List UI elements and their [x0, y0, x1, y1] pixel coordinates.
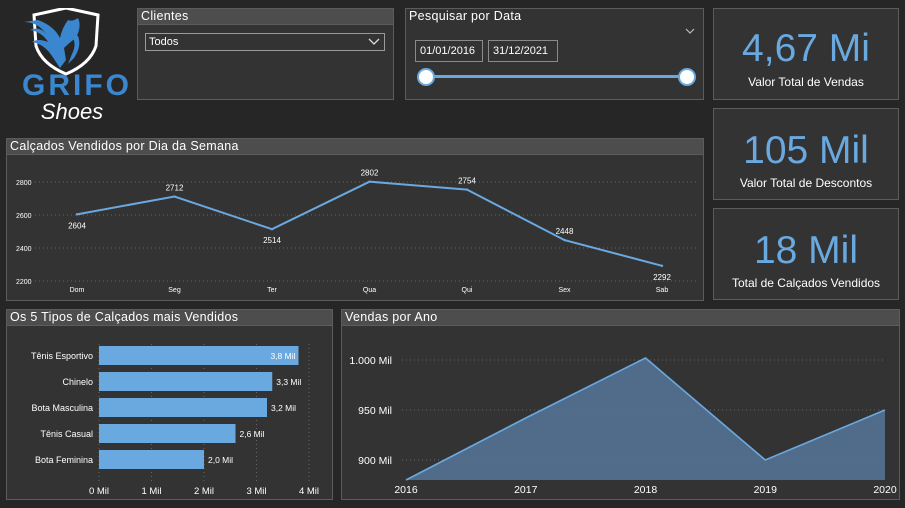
clientes-dropdown[interactable]: Todos: [145, 33, 385, 51]
category-label: Tênis Casual: [40, 429, 93, 439]
date-slicer: Pesquisar por Data 01/01/2016 31/12/2021: [405, 8, 704, 100]
bar: [99, 450, 204, 469]
x-tick-label: Qua: [363, 287, 376, 294]
y-tick-label: 900 Mil: [358, 455, 392, 467]
kpi-card-total-vendas: 4,67 Mi Valor Total de Vendas: [713, 8, 899, 100]
category-label: Bota Feminina: [35, 455, 93, 465]
chevron-down-icon[interactable]: [685, 28, 695, 35]
data-label: 2,0 Mil: [208, 455, 233, 465]
kpi-card-total-descontos: 105 Mil Valor Total de Descontos: [713, 108, 899, 200]
clientes-slicer: Clientes Todos: [137, 8, 394, 100]
kpi-value: 4,67 Mi: [742, 27, 870, 70]
data-label: 2448: [556, 227, 574, 236]
kpi-value: 18 Mil: [753, 229, 859, 272]
date-range-track: [426, 75, 688, 78]
y-tick-label: 2400: [16, 246, 32, 253]
chart-title: Vendas por Ano: [342, 310, 899, 326]
x-tick-label: Dom: [70, 287, 85, 294]
data-label: 2712: [166, 184, 184, 193]
brand-sub: Shoes: [40, 99, 104, 124]
x-tick-label: Qui: [462, 287, 473, 294]
data-point: [368, 180, 371, 183]
x-tick-label: 2020: [873, 484, 897, 496]
x-tick-label: 2019: [754, 484, 778, 496]
end-date-input[interactable]: 31/12/2021: [488, 40, 558, 62]
chart-title: Calçados Vendidos por Dia da Semana: [7, 139, 703, 155]
top5-bar-chart: 0 Mil 1 Mil 2 Mil 3 Mil 4 Mil Tênis Esportivo…: [31, 344, 319, 497]
yearly-area-chart: 1.000 Mil 950 Mil 900 Mil 2016 2017 2018 2019 2…: [349, 355, 897, 496]
data-label: 2292: [653, 273, 671, 282]
data-label: 2802: [361, 169, 379, 178]
data-point: [563, 238, 566, 242]
series-line: [76, 180, 663, 267]
bar: [99, 424, 236, 443]
data-label: 2754: [458, 177, 476, 186]
start-date-handle[interactable]: [417, 68, 435, 86]
weekday-line-chart: 2800 2600 2400 2200 2604 2712 2514 2802 2754 2448…: [16, 169, 697, 294]
kpi-label: Valor Total de Descontos: [739, 176, 873, 190]
y-tick-label: 2600: [16, 213, 32, 220]
data-point: [75, 213, 79, 216]
x-tick-label: 2016: [394, 484, 418, 496]
x-tick-label: 3 Mil: [246, 486, 266, 497]
date-title: Pesquisar por Data: [406, 9, 703, 24]
data-point: [465, 188, 469, 191]
x-tick-label: Sex: [558, 287, 571, 294]
data-label: 2,6 Mil: [240, 429, 265, 439]
kpi-label: Valor Total de Vendas: [748, 75, 864, 89]
data-point: [270, 227, 274, 231]
clientes-title: Clientes: [138, 9, 393, 25]
category-label: Chinelo: [62, 377, 93, 387]
bar: [99, 398, 267, 417]
data-label: 2514: [263, 236, 281, 245]
chevron-down-icon: [368, 38, 380, 45]
weekday-chart-panel: Calçados Vendidos por Dia da Semana 2800…: [6, 138, 704, 301]
x-tick-label: 4 Mil: [299, 486, 319, 497]
x-tick-label: Sab: [656, 287, 669, 294]
griffin-shield-icon: [24, 8, 100, 76]
x-tick-label: 2018: [634, 484, 658, 496]
category-label: Bota Masculina: [31, 403, 93, 413]
top5-chart-panel: Os 5 Tipos de Calçados mais Vendidos 0 M…: [6, 309, 333, 500]
clientes-selected-value: Todos: [149, 36, 179, 48]
kpi-value: 105 Mil: [743, 129, 869, 172]
x-tick-label: 1 Mil: [141, 486, 161, 497]
x-tick-label: Ter: [267, 287, 277, 294]
chart-title: Os 5 Tipos de Calçados mais Vendidos: [7, 310, 332, 326]
y-tick-label: 2800: [16, 180, 32, 187]
kpi-card-total-calcados: 18 Mil Total de Calçados Vendidos: [713, 208, 899, 300]
y-tick-label: 1.000 Mil: [349, 355, 392, 367]
start-date-input[interactable]: 01/01/2016: [415, 40, 483, 62]
data-point: [173, 195, 176, 198]
data-label: 3,2 Mil: [271, 403, 296, 413]
category-label: Tênis Esportivo: [31, 351, 93, 361]
series-area: [406, 358, 885, 480]
x-tick-label: Seg: [168, 287, 181, 294]
x-tick-label: 0 Mil: [89, 486, 109, 497]
yearly-chart-panel: Vendas por Ano 1.000 Mil 950 Mil 900 Mil 20…: [341, 309, 900, 500]
kpi-label: Total de Calçados Vendidos: [731, 276, 881, 290]
x-tick-label: 2 Mil: [194, 486, 214, 497]
y-tick-label: 2200: [16, 279, 32, 286]
y-tick-label: 950 Mil: [358, 405, 392, 417]
bar: [99, 372, 273, 391]
end-date-handle[interactable]: [678, 68, 696, 86]
data-label: 3,3 Mil: [276, 377, 301, 387]
logo: GRIFO Shoes: [8, 8, 130, 130]
data-label: 3,8 Mil: [270, 351, 295, 361]
x-tick-label: 2017: [514, 484, 538, 496]
brand-name: GRIFO: [22, 69, 132, 102]
bar: [99, 346, 299, 365]
data-label: 2604: [68, 221, 86, 230]
data-point: [660, 264, 664, 268]
